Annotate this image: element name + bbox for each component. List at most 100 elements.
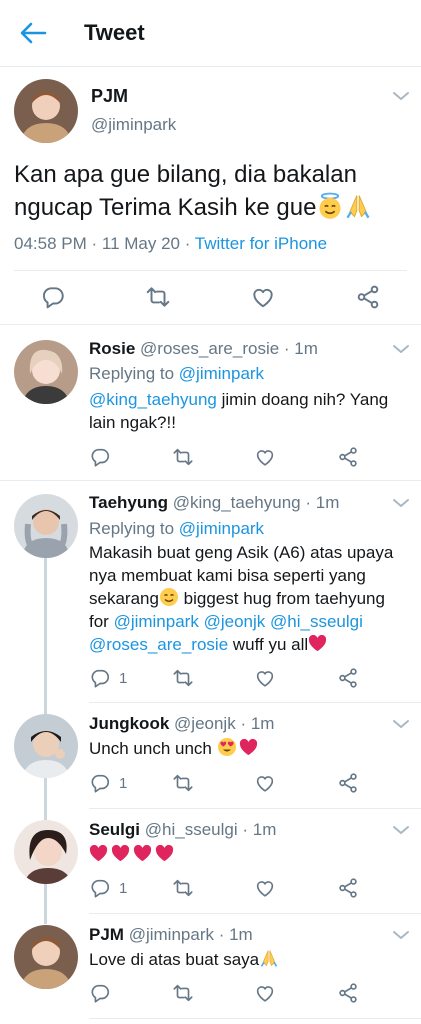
divider [14, 270, 407, 271]
reply-icon[interactable] [89, 772, 111, 794]
avatar[interactable] [14, 79, 78, 143]
avatar[interactable] [14, 925, 78, 989]
heart-eyes-emoji [217, 737, 237, 757]
like-icon[interactable] [254, 877, 276, 899]
tweet-text: Kan apa gue bilang, dia bakalan ngucap T… [14, 158, 409, 224]
like-icon[interactable] [254, 772, 276, 794]
avatar[interactable] [14, 820, 78, 884]
heart-emoji [133, 845, 152, 862]
reply-time: · 1m [283, 339, 318, 358]
top-bar: Tweet [0, 0, 421, 67]
chevron-down-icon[interactable] [392, 929, 410, 941]
heart-emoji [239, 739, 258, 756]
author-name[interactable]: PJM [91, 86, 128, 107]
replying-to-link[interactable]: @jiminpark [179, 519, 264, 538]
heart-emoji [89, 845, 108, 862]
share-icon[interactable] [355, 284, 381, 310]
replying-to: Replying to @jiminpark [89, 519, 264, 539]
share-icon[interactable] [337, 772, 359, 794]
reply-header: Taehyung @king_taehyung · 1m [89, 493, 339, 513]
reply-count: 1 [119, 670, 128, 687]
heart-emoji [308, 635, 327, 652]
reply-time: · 1m [242, 820, 277, 839]
reply-text: Unch unch unch [89, 737, 407, 760]
author-name[interactable]: Seulgi [89, 820, 140, 839]
reply-text-body: Unch unch unch [89, 739, 217, 758]
author-handle[interactable]: @hi_sseulgi [145, 820, 238, 839]
back-arrow-icon[interactable] [18, 20, 48, 46]
reply-text-body: Love di atas buat saya [89, 950, 260, 969]
reply-count: 1 [119, 880, 128, 897]
mention-link[interactable]: @roses_are_rosie [89, 635, 228, 654]
heart-emoji [111, 845, 130, 862]
chevron-down-icon[interactable] [392, 824, 410, 836]
reply-header: Seulgi @hi_sseulgi · 1m [89, 820, 276, 840]
tweet-source-link[interactable]: Twitter for iPhone [195, 234, 327, 253]
divider [89, 913, 421, 914]
chevron-down-icon[interactable] [392, 90, 410, 102]
author-handle[interactable]: @roses_are_rosie [140, 339, 279, 358]
reply-header: Rosie @roses_are_rosie · 1m [89, 339, 318, 359]
replying-to-label: Replying to [89, 519, 179, 538]
avatar[interactable] [14, 340, 78, 404]
mention-link[interactable]: @jeonjk [204, 612, 266, 631]
reply-text: Makasih buat geng Asik (A6) atas upaya n… [89, 541, 407, 656]
reply-icon[interactable] [89, 667, 111, 689]
reply-icon[interactable] [89, 982, 111, 1004]
divider [0, 480, 421, 481]
mention-link[interactable]: @king_taehyung [89, 390, 217, 409]
reply-time: · 1m [305, 493, 340, 512]
reply-icon[interactable] [40, 284, 66, 310]
reply-header: PJM @jiminpark · 1m [89, 925, 253, 945]
author-name[interactable]: Taehyung [89, 493, 168, 512]
author-name[interactable]: Jungkook [89, 714, 169, 733]
mention-link[interactable]: @hi_sseulgi [270, 612, 363, 631]
heart-emoji [155, 845, 174, 862]
retweet-icon[interactable] [172, 877, 194, 899]
like-icon[interactable] [254, 667, 276, 689]
replying-to-label: Replying to [89, 364, 179, 383]
folded-hands-emoji [259, 948, 279, 968]
retweet-icon[interactable] [172, 667, 194, 689]
divider [89, 702, 421, 703]
retweet-icon[interactable] [172, 982, 194, 1004]
chevron-down-icon[interactable] [392, 497, 410, 509]
avatar[interactable] [14, 714, 78, 778]
tweet-meta: 04:58 PM · 11 May 20 · Twitter for iPhon… [14, 234, 327, 254]
share-icon[interactable] [337, 446, 359, 468]
page-title: Tweet [84, 20, 145, 45]
author-handle[interactable]: @jeonjk [174, 714, 236, 733]
share-icon[interactable] [337, 982, 359, 1004]
author-handle[interactable]: @jiminpark [129, 925, 214, 944]
mention-link[interactable]: @jiminpark [114, 612, 199, 631]
divider [0, 324, 421, 325]
reply-count: 1 [119, 775, 128, 792]
retweet-icon[interactable] [145, 284, 171, 310]
retweet-icon[interactable] [172, 772, 194, 794]
like-icon[interactable] [250, 284, 276, 310]
reply-text [89, 843, 407, 866]
smiling-face-emoji [159, 587, 179, 607]
author-name[interactable]: PJM [89, 925, 124, 944]
retweet-icon[interactable] [172, 446, 194, 468]
tweet-text-body: Kan apa gue bilang, dia bakalan ngucap T… [14, 161, 357, 221]
replying-to-link[interactable]: @jiminpark [179, 364, 264, 383]
reply-header: Jungkook @jeonjk · 1m [89, 714, 274, 734]
author-handle[interactable]: @jiminpark [91, 115, 176, 135]
divider [89, 1018, 421, 1019]
reply-icon[interactable] [89, 446, 111, 468]
halo-smile-emoji [316, 192, 344, 220]
share-icon[interactable] [337, 667, 359, 689]
reply-time: · 1m [218, 925, 253, 944]
replying-to: Replying to @jiminpark [89, 364, 264, 384]
share-icon[interactable] [337, 877, 359, 899]
like-icon[interactable] [254, 982, 276, 1004]
like-icon[interactable] [254, 446, 276, 468]
chevron-down-icon[interactable] [392, 718, 410, 730]
author-name[interactable]: Rosie [89, 339, 135, 358]
author-handle[interactable]: @king_taehyung [173, 493, 301, 512]
reply-icon[interactable] [89, 877, 111, 899]
chevron-down-icon[interactable] [392, 343, 410, 355]
avatar[interactable] [14, 494, 78, 558]
tweet-time: 04:58 PM · 11 May 20 · [14, 234, 195, 253]
